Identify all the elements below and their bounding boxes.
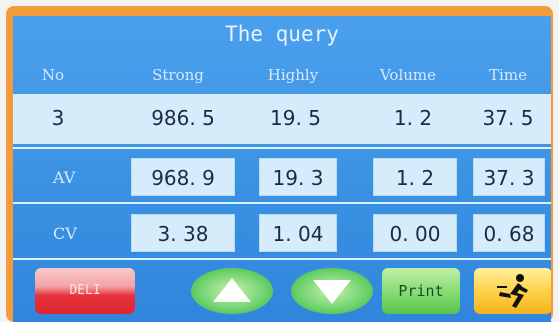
av-time: 37. 3 [473, 158, 545, 196]
running-man-icon [497, 274, 528, 308]
av-strong: 968. 9 [131, 158, 235, 196]
print-button[interactable]: Print [382, 268, 460, 314]
cv-highly: 1. 04 [259, 214, 337, 252]
record-time: 37. 5 [482, 106, 534, 130]
column-header-strong: Strong [152, 66, 204, 84]
column-header-time: Time [489, 66, 527, 84]
down-button[interactable] [291, 268, 373, 314]
cv-volume: 0. 00 [373, 214, 457, 252]
record-volume: 1. 2 [393, 106, 433, 130]
divider [13, 147, 551, 149]
av-highly: 19. 3 [259, 158, 337, 196]
cv-time: 0. 68 [473, 214, 545, 252]
av-label: AV [53, 168, 76, 187]
triangle-up-icon [213, 278, 251, 302]
triangle-down-icon [313, 280, 351, 304]
column-header-highly: Highly [267, 66, 319, 84]
divider [13, 258, 551, 260]
cv-strong: 3. 38 [131, 214, 235, 252]
column-header-no: No [41, 66, 65, 84]
query-screen: The query No Strong Highly Volume Time 3… [13, 16, 551, 322]
cv-label: CV [53, 224, 77, 243]
record-highly: 19. 5 [270, 106, 321, 130]
up-button[interactable] [191, 268, 273, 314]
record-strong: 986. 5 [151, 106, 215, 130]
divider [13, 202, 551, 204]
page-title: The query [225, 22, 339, 46]
record-no: 3 [51, 106, 65, 130]
av-volume: 1. 2 [373, 158, 457, 196]
delete-button[interactable]: DELI [35, 268, 135, 314]
column-header-volume: Volume [379, 66, 437, 84]
run-button[interactable] [474, 268, 551, 314]
